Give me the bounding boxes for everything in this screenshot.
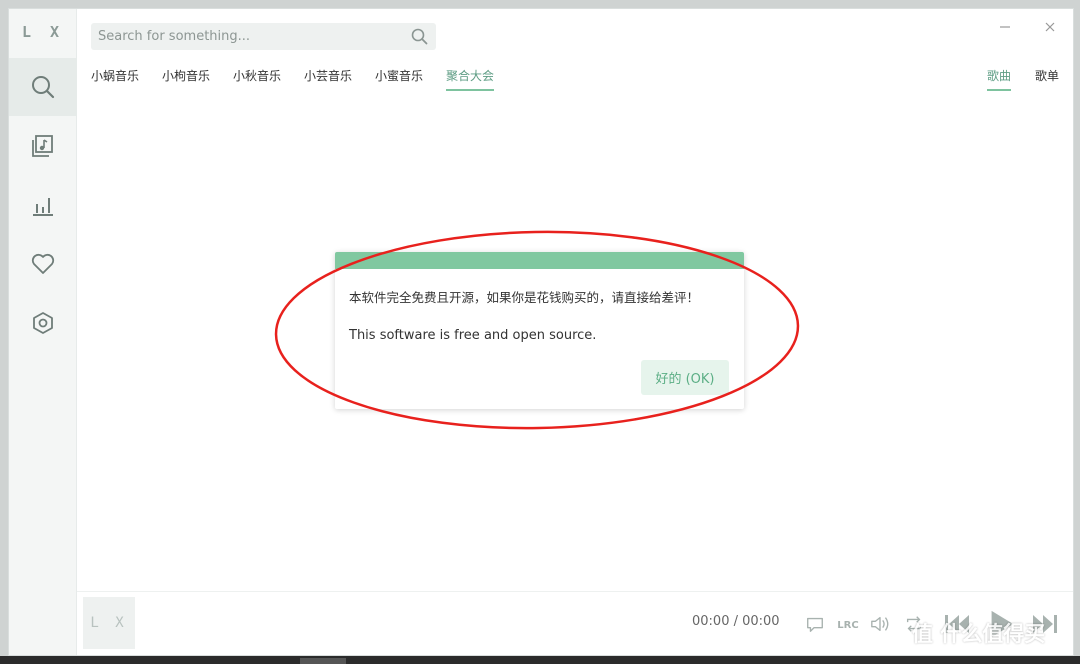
sidebar-item-settings[interactable] <box>9 294 77 352</box>
settings-icon <box>33 312 53 334</box>
tab-songs[interactable]: 歌曲 <box>987 67 1012 91</box>
sidebar-item-leaderboard[interactable] <box>9 176 77 234</box>
taskbar-indicator <box>300 658 346 664</box>
sidebar-item-playlist[interactable] <box>9 117 77 175</box>
ok-button[interactable]: 好的 (OK) <box>641 360 729 395</box>
tab-source-2[interactable]: 小枸音乐 <box>162 67 210 89</box>
minimize-button[interactable] <box>994 17 1016 37</box>
album-cover[interactable]: L X <box>83 597 135 649</box>
heart-icon <box>31 253 55 274</box>
search-icon[interactable] <box>411 28 428 45</box>
close-button[interactable] <box>1039 17 1061 37</box>
comment-button[interactable] <box>804 613 826 635</box>
search-icon <box>32 76 55 99</box>
sidebar-item-favorites[interactable] <box>9 235 77 293</box>
tab-source-1[interactable]: 小蜗音乐 <box>91 67 139 89</box>
lyric-toggle-button[interactable]: LRC <box>835 615 861 635</box>
dialog-message-en: This software is free and open source. <box>349 328 597 343</box>
volume-icon <box>871 616 889 632</box>
comment-icon <box>807 617 823 632</box>
sidebar: L X <box>9 9 77 655</box>
app-logo: L X <box>21 23 65 41</box>
taskbar-strip <box>0 656 1080 664</box>
notice-dialog: 本软件完全免费且开源，如果你是花钱购买的，请直接给差评！ This softwa… <box>335 252 744 409</box>
dialog-header <box>335 252 744 269</box>
volume-button[interactable] <box>868 613 892 635</box>
tab-source-3[interactable]: 小秋音乐 <box>233 67 281 89</box>
music-playlist-icon <box>32 135 53 157</box>
search-input[interactable] <box>91 23 406 50</box>
playback-time: 00:00 / 00:00 <box>692 614 780 629</box>
tab-source-5[interactable]: 小蜜音乐 <box>375 67 423 89</box>
tab-source-4[interactable]: 小芸音乐 <box>304 67 352 89</box>
close-icon <box>1045 22 1055 32</box>
sidebar-item-search[interactable] <box>9 58 77 116</box>
minimize-icon <box>1000 26 1010 28</box>
watermark-text: 值 什么值得买 <box>912 622 1046 646</box>
search-bar <box>91 23 436 50</box>
tab-playlists[interactable]: 歌单 <box>1035 67 1059 89</box>
dialog-message-cn: 本软件完全免费且开源，如果你是花钱购买的，请直接给差评！ <box>349 290 700 305</box>
leaderboard-icon <box>33 198 53 216</box>
tab-source-aggregate[interactable]: 聚合大会 <box>446 67 495 91</box>
